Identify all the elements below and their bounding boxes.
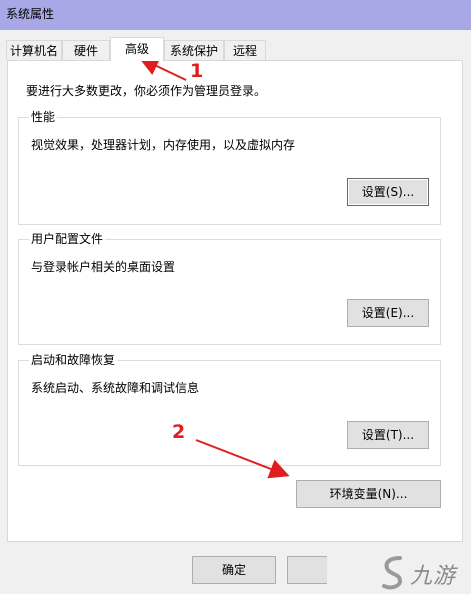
window-title: 系统属性	[6, 7, 55, 21]
watermark: 九游	[378, 552, 470, 592]
group-title: 启动和故障恢复	[29, 352, 118, 368]
group-startup-recovery: 启动和故障恢复 系统启动、系统故障和调试信息	[18, 352, 441, 466]
tab-label: 远程	[232, 44, 257, 58]
tab-system-protection[interactable]: 系统保护	[164, 40, 224, 60]
tab-label: 计算机名	[9, 44, 58, 58]
environment-variables-button[interactable]: 环境变量(N)...	[296, 480, 441, 508]
ok-button[interactable]: 确定	[192, 556, 276, 584]
startup-recovery-settings-button[interactable]: 设置(T)...	[347, 421, 429, 449]
performance-settings-button[interactable]: 设置(S)...	[347, 178, 429, 206]
annotation-step-2: 2	[172, 421, 186, 443]
tab-label: 系统保护	[169, 44, 218, 58]
tab-strip: 计算机名 硬件 高级 系统保护 远程	[6, 37, 466, 61]
cancel-button[interactable]	[287, 556, 327, 584]
watermark-text: 九游	[410, 564, 457, 589]
user-profiles-settings-button[interactable]: 设置(E)...	[347, 299, 429, 327]
group-user-profiles: 用户配置文件 与登录帐户相关的桌面设置	[18, 231, 441, 345]
tab-computer-name[interactable]: 计算机名	[6, 40, 62, 60]
tab-hardware[interactable]: 硬件	[62, 40, 110, 60]
tab-label: 硬件	[73, 44, 98, 58]
admin-notice: 要进行大多数更改，你必须作为管理员登录。	[26, 84, 267, 98]
tab-label: 高级	[124, 42, 149, 56]
watermark-logo-icon	[382, 556, 403, 590]
group-description: 视觉效果，处理器计划，内存使用，以及虚拟内存	[31, 138, 296, 152]
window-titlebar: 系统属性	[0, 0, 471, 30]
annotation-step-1: 1	[190, 60, 204, 82]
group-description: 与登录帐户相关的桌面设置	[31, 260, 176, 274]
group-description: 系统启动、系统故障和调试信息	[31, 381, 200, 395]
tab-advanced[interactable]: 高级	[110, 37, 164, 61]
group-performance: 性能 视觉效果，处理器计划，内存使用，以及虚拟内存	[18, 109, 441, 225]
tab-remote[interactable]: 远程	[224, 40, 266, 60]
group-title: 用户配置文件	[29, 231, 106, 247]
group-title: 性能	[29, 109, 58, 125]
